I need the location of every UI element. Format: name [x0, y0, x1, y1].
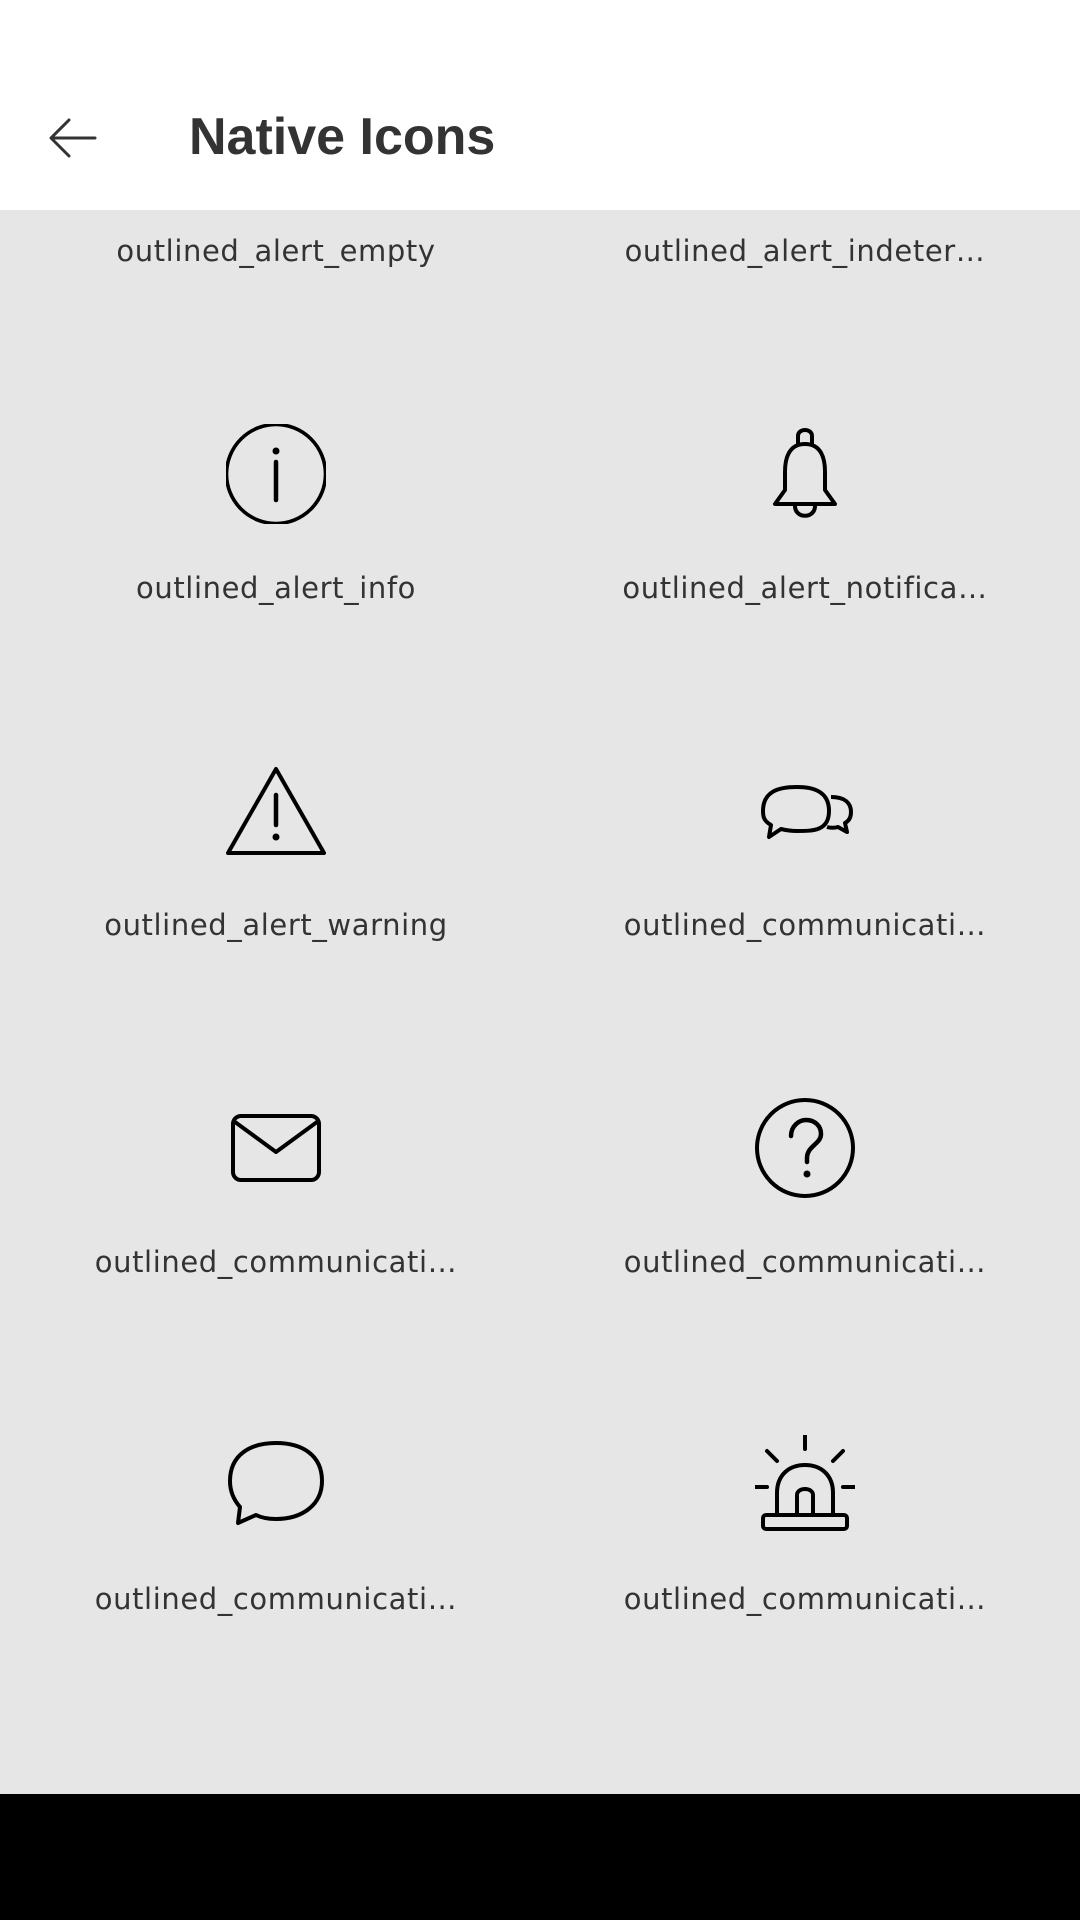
grid-item-label: outlined_alert_indeter…: [624, 234, 986, 268]
arrow-left-icon: [49, 118, 97, 158]
back-button[interactable]: [30, 95, 116, 181]
grid-item[interactable]: outlined_communicati…: [615, 689, 995, 1026]
grid-item-label: outlined_communicati…: [94, 1245, 458, 1279]
grid-item-label: outlined_communicati…: [94, 1582, 458, 1616]
grid-item-label: outlined_alert_info: [136, 571, 416, 605]
grid-item-label: outlined_communicati…: [623, 1582, 987, 1616]
grid-item-label: outlined_alert_empty: [116, 234, 436, 268]
grid-item[interactable]: outlined_communicati…: [615, 1363, 995, 1700]
grid-item[interactable]: outlined_alert_info: [86, 352, 466, 689]
grid-item-label: outlined_alert_notifica…: [622, 571, 988, 605]
grid-item-label: outlined_communicati…: [623, 908, 987, 942]
grid-item-label: outlined_communicati…: [623, 1245, 987, 1279]
grid-item[interactable]: outlined_communicati…: [86, 1026, 466, 1363]
icon-grid[interactable]: outlined_alert_empty outlined_alert_inde…: [0, 210, 1080, 1794]
app-header: Native Icons: [0, 0, 1080, 210]
grid-item[interactable]: outlined_alert_empty: [86, 210, 466, 352]
help-circle-icon: [755, 1098, 855, 1198]
grid-item[interactable]: outlined_alert_notifica…: [615, 352, 995, 689]
system-navigation-bar: [0, 1794, 1080, 1920]
speech-bubble-icon: [228, 1441, 324, 1525]
grid-item-label: outlined_alert_warning: [104, 908, 448, 942]
page-title: Native Icons: [189, 108, 496, 166]
grid-item[interactable]: outlined_alert_warning: [86, 689, 466, 1026]
info-circle-icon: [226, 424, 326, 524]
bell-icon: [773, 428, 837, 518]
siren-icon: [755, 1435, 855, 1531]
chat-bubbles-icon: [761, 785, 853, 839]
screen: Native Icons outlined_alert_empty outlin…: [0, 0, 1080, 1920]
envelope-icon: [231, 1114, 321, 1182]
grid-item[interactable]: outlined_alert_indeter…: [615, 210, 995, 352]
grid-item[interactable]: outlined_communicati…: [615, 1026, 995, 1363]
warning-triangle-icon: [226, 767, 326, 855]
grid-item[interactable]: outlined_communicati…: [86, 1363, 466, 1700]
